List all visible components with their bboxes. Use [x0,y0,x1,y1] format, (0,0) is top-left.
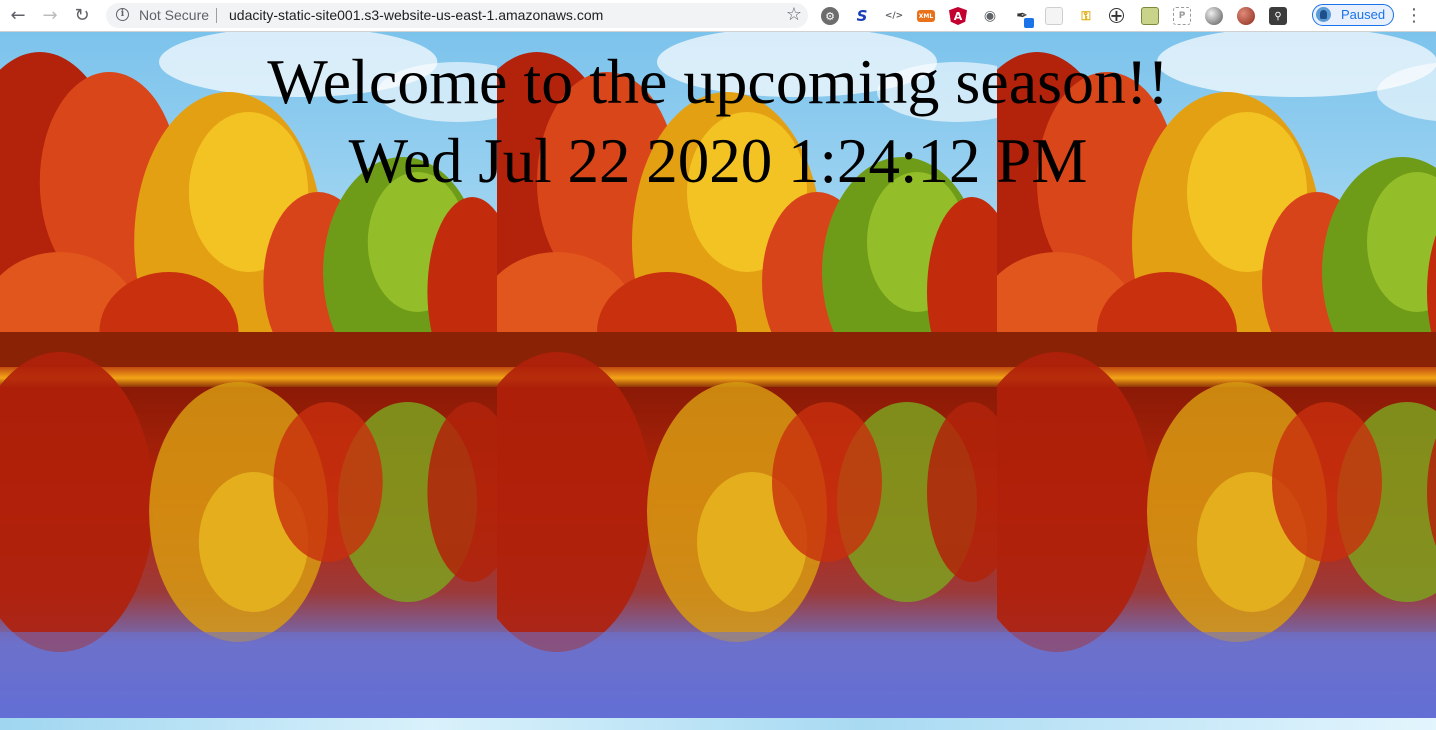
browser-toolbar: ← → ↻ i Not Secure udacity-static-site00… [0,0,1436,32]
code-extension-icon[interactable]: </> [885,7,903,25]
gear-extension-icon[interactable]: ⚙ [821,7,839,25]
plus-extension-icon[interactable]: + [1109,6,1124,25]
screenshot-extension-icon[interactable]: P [1173,7,1191,25]
circle-extension-icon[interactable] [1205,7,1223,25]
back-arrow-icon[interactable]: ← [6,4,30,28]
omnibox-divider [216,8,217,23]
address-bar[interactable]: i Not Secure udacity-static-site001.s3-w… [106,3,808,28]
reload-icon[interactable]: ↻ [70,4,94,28]
s-extension-icon[interactable]: S [853,7,871,25]
avatar [1316,7,1331,22]
grid-extension-icon[interactable] [1045,7,1063,25]
angular-extension-icon[interactable]: A [949,7,967,25]
background-image-edge [0,718,1436,730]
eyedropper-extension-icon[interactable]: ✒ [1013,7,1034,28]
xml-extension-icon[interactable]: XML [917,10,935,22]
page-viewport: Welcome to the upcoming season!! Wed Jul… [0,32,1436,730]
key-extension-icon[interactable]: ⚿ [1077,7,1095,25]
robot-extension-icon[interactable]: ◉ [981,7,999,25]
profile-status-label: Paused [1341,7,1386,22]
current-datetime: Wed Jul 22 2020 1:24:12 PM [348,126,1088,196]
bookmark-star-icon[interactable]: ☆ [786,4,802,25]
ball-extension-icon[interactable] [1237,7,1255,25]
forward-arrow-icon[interactable]: → [38,4,62,28]
shield-extension-icon[interactable]: ⚲ [1269,7,1287,25]
note-extension-icon[interactable] [1141,7,1159,25]
security-status-label[interactable]: Not Secure [139,7,209,23]
info-icon[interactable]: i [116,8,129,21]
url-text[interactable]: udacity-static-site001.s3-website-us-eas… [229,7,603,23]
more-menu-icon[interactable]: ⋮ [1404,5,1424,27]
profile-button[interactable]: Paused [1312,4,1394,26]
page-heading: Welcome to the upcoming season!! [267,46,1169,117]
